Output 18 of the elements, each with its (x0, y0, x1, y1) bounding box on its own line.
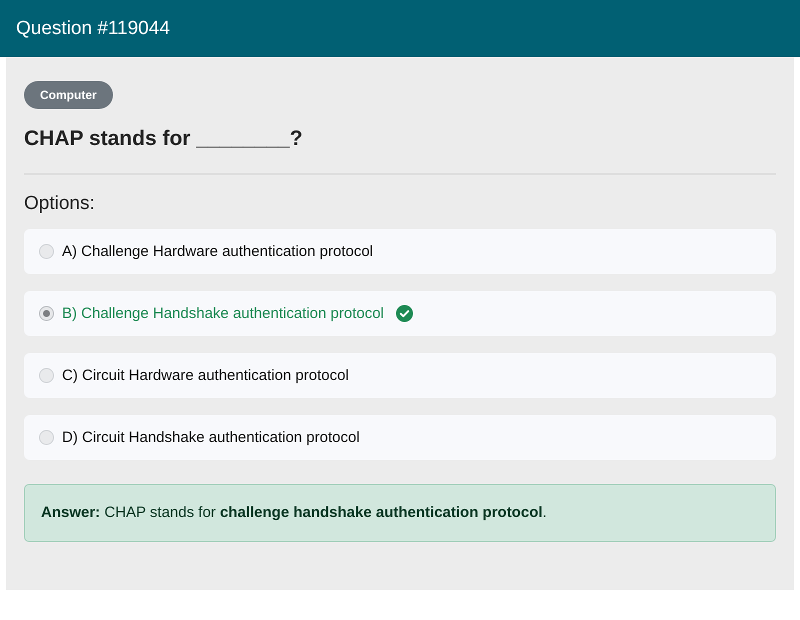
question-title: Question #119044 (16, 18, 170, 40)
options-label: Options: (24, 193, 96, 215)
question-text: CHAP stands for ________? (24, 127, 304, 151)
option-item[interactable]: D) Circuit Handshake authentication protocol (24, 415, 776, 460)
option-text: B) Challenge Handshake authentication protocol (62, 305, 384, 322)
answer-explanation: Answer: CHAP stands for challenge handshake authentication protocol. (24, 484, 776, 542)
option-item[interactable]: A) Challenge Hardware authentication protocol (24, 229, 776, 274)
category-tag: Computer (24, 81, 113, 109)
radio-button[interactable] (39, 368, 54, 383)
option-item[interactable]: B) Challenge Handshake authentication protocol (24, 291, 776, 336)
check-icon (396, 305, 413, 322)
radio-button[interactable] (39, 306, 54, 321)
radio-button[interactable] (39, 430, 54, 445)
option-text: C) Circuit Hardware authentication protocol (62, 367, 349, 384)
radio-button[interactable] (39, 244, 54, 259)
option-item[interactable]: C) Circuit Hardware authentication protocol (24, 353, 776, 398)
option-text: D) Circuit Handshake authentication protocol (62, 429, 360, 446)
option-text: A) Challenge Hardware authentication protocol (62, 243, 374, 260)
